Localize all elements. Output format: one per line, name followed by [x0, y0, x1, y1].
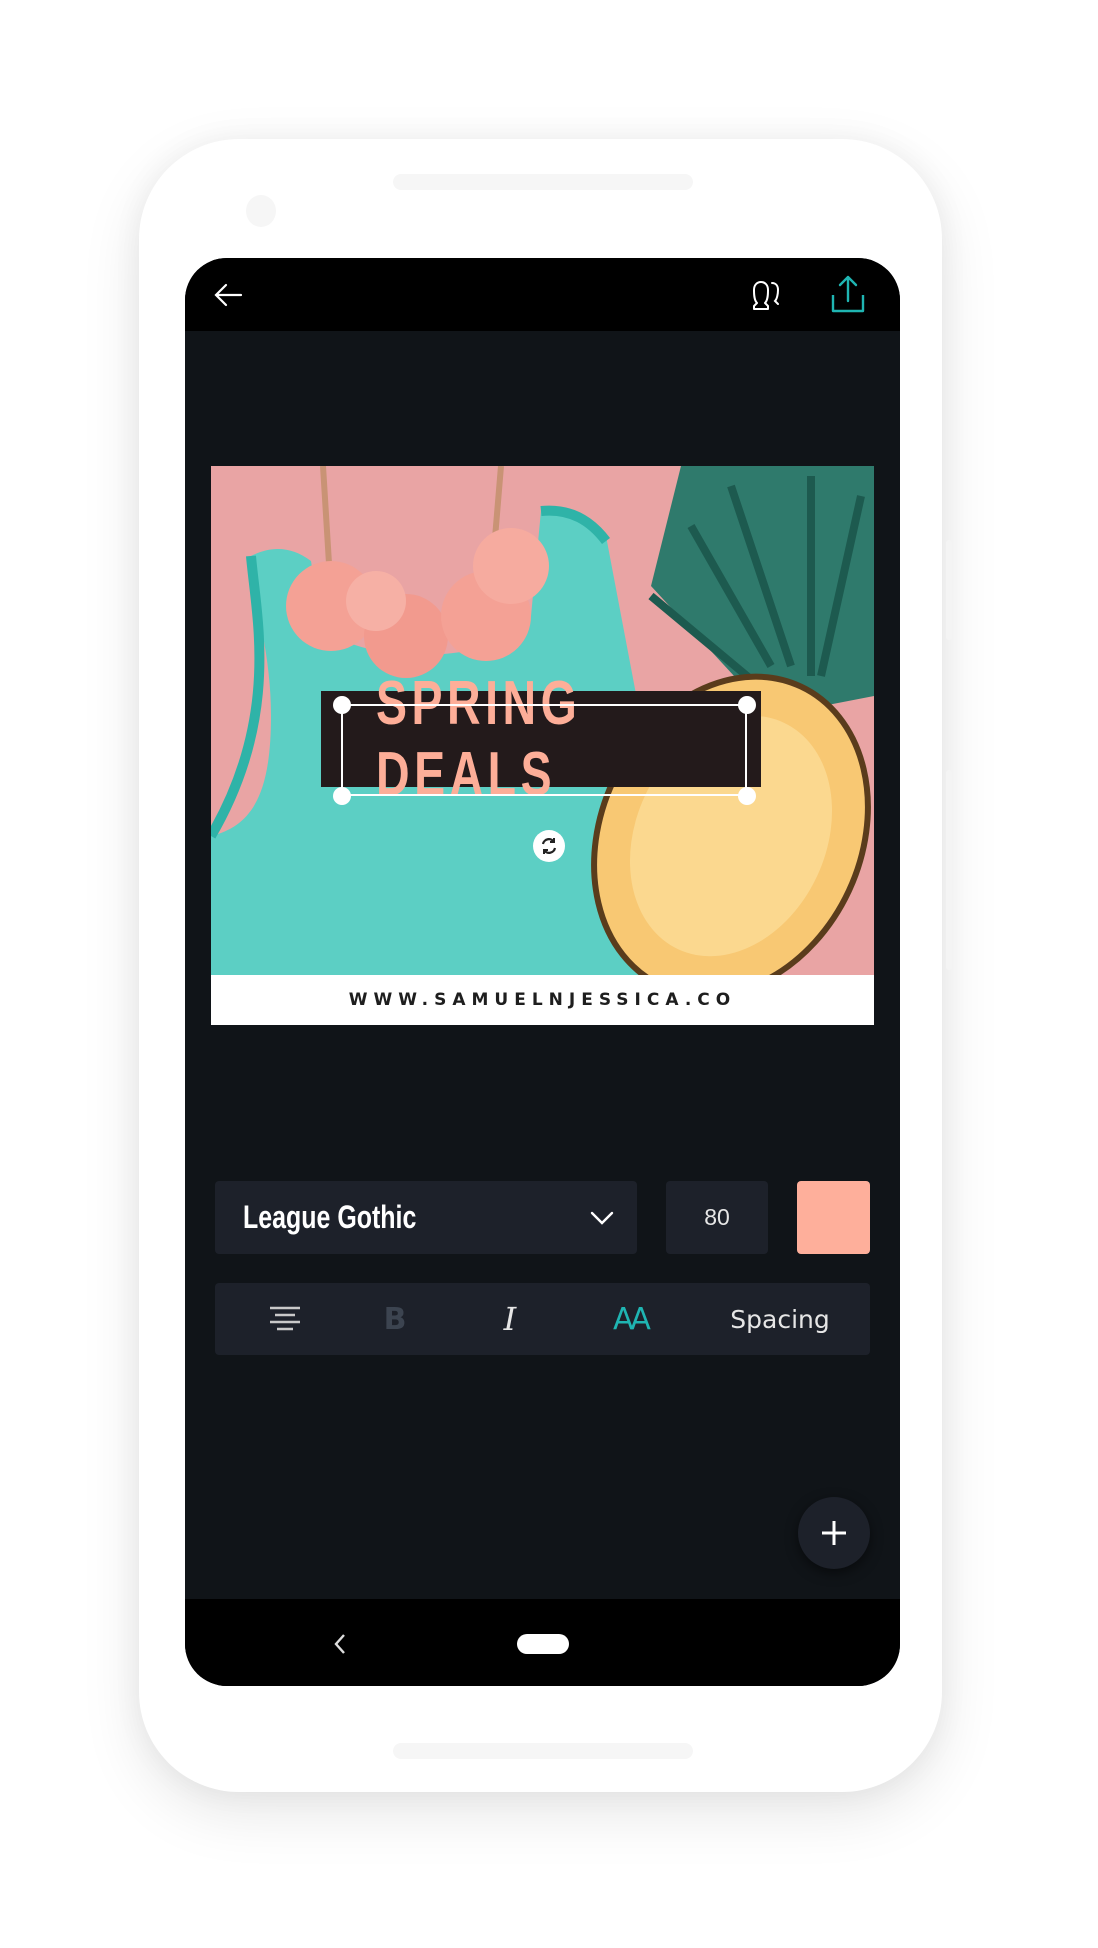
uppercase-button[interactable]: AA: [580, 1283, 680, 1355]
top-bar: [185, 258, 900, 331]
back-arrow-icon[interactable]: [211, 278, 245, 312]
resize-handle-top-right[interactable]: [738, 696, 756, 714]
resize-handle-bottom-left[interactable]: [333, 787, 351, 805]
speaker-top: [393, 174, 693, 190]
chevron-down-icon: [587, 1203, 617, 1233]
share-upload-icon[interactable]: [827, 272, 869, 318]
design-canvas[interactable]: SPRING DEALS WWW.SAMUELNJESSICA.CO: [211, 466, 874, 1025]
rotate-handle[interactable]: [533, 830, 565, 862]
font-size-input[interactable]: 80: [666, 1181, 768, 1254]
nav-home-icon[interactable]: [517, 1634, 569, 1654]
plus-icon: [822, 1521, 846, 1545]
bold-button[interactable]: B: [345, 1283, 445, 1355]
add-element-button[interactable]: [798, 1497, 870, 1569]
font-family-value: League Gothic: [243, 1199, 417, 1235]
text-color-swatch[interactable]: [797, 1181, 870, 1254]
speaker-bottom: [393, 1743, 693, 1759]
collaborators-icon[interactable]: [747, 274, 789, 316]
rotate-icon: [541, 838, 557, 854]
selection-box: [341, 704, 747, 796]
system-nav-bar: [185, 1599, 900, 1686]
volume-button: [946, 770, 952, 970]
resize-handle-top-left[interactable]: [333, 696, 351, 714]
text-format-toolbar: B I AA Spacing: [215, 1283, 870, 1355]
font-family-dropdown[interactable]: League Gothic: [215, 1181, 637, 1254]
website-url-text[interactable]: WWW.SAMUELNJESSICA.CO: [211, 975, 874, 1025]
resize-handle-bottom-right[interactable]: [738, 787, 756, 805]
app-screen: SPRING DEALS WWW.SAMUELNJESSICA.CO Leagu…: [185, 258, 900, 1686]
background-photo[interactable]: SPRING DEALS: [211, 466, 874, 975]
power-button: [946, 540, 952, 640]
italic-button[interactable]: I: [460, 1283, 560, 1355]
spacing-button[interactable]: Spacing: [705, 1283, 855, 1355]
front-camera: [246, 195, 276, 227]
nav-back-icon[interactable]: [325, 1627, 355, 1661]
align-button[interactable]: [235, 1283, 335, 1355]
align-center-icon: [270, 1306, 300, 1331]
